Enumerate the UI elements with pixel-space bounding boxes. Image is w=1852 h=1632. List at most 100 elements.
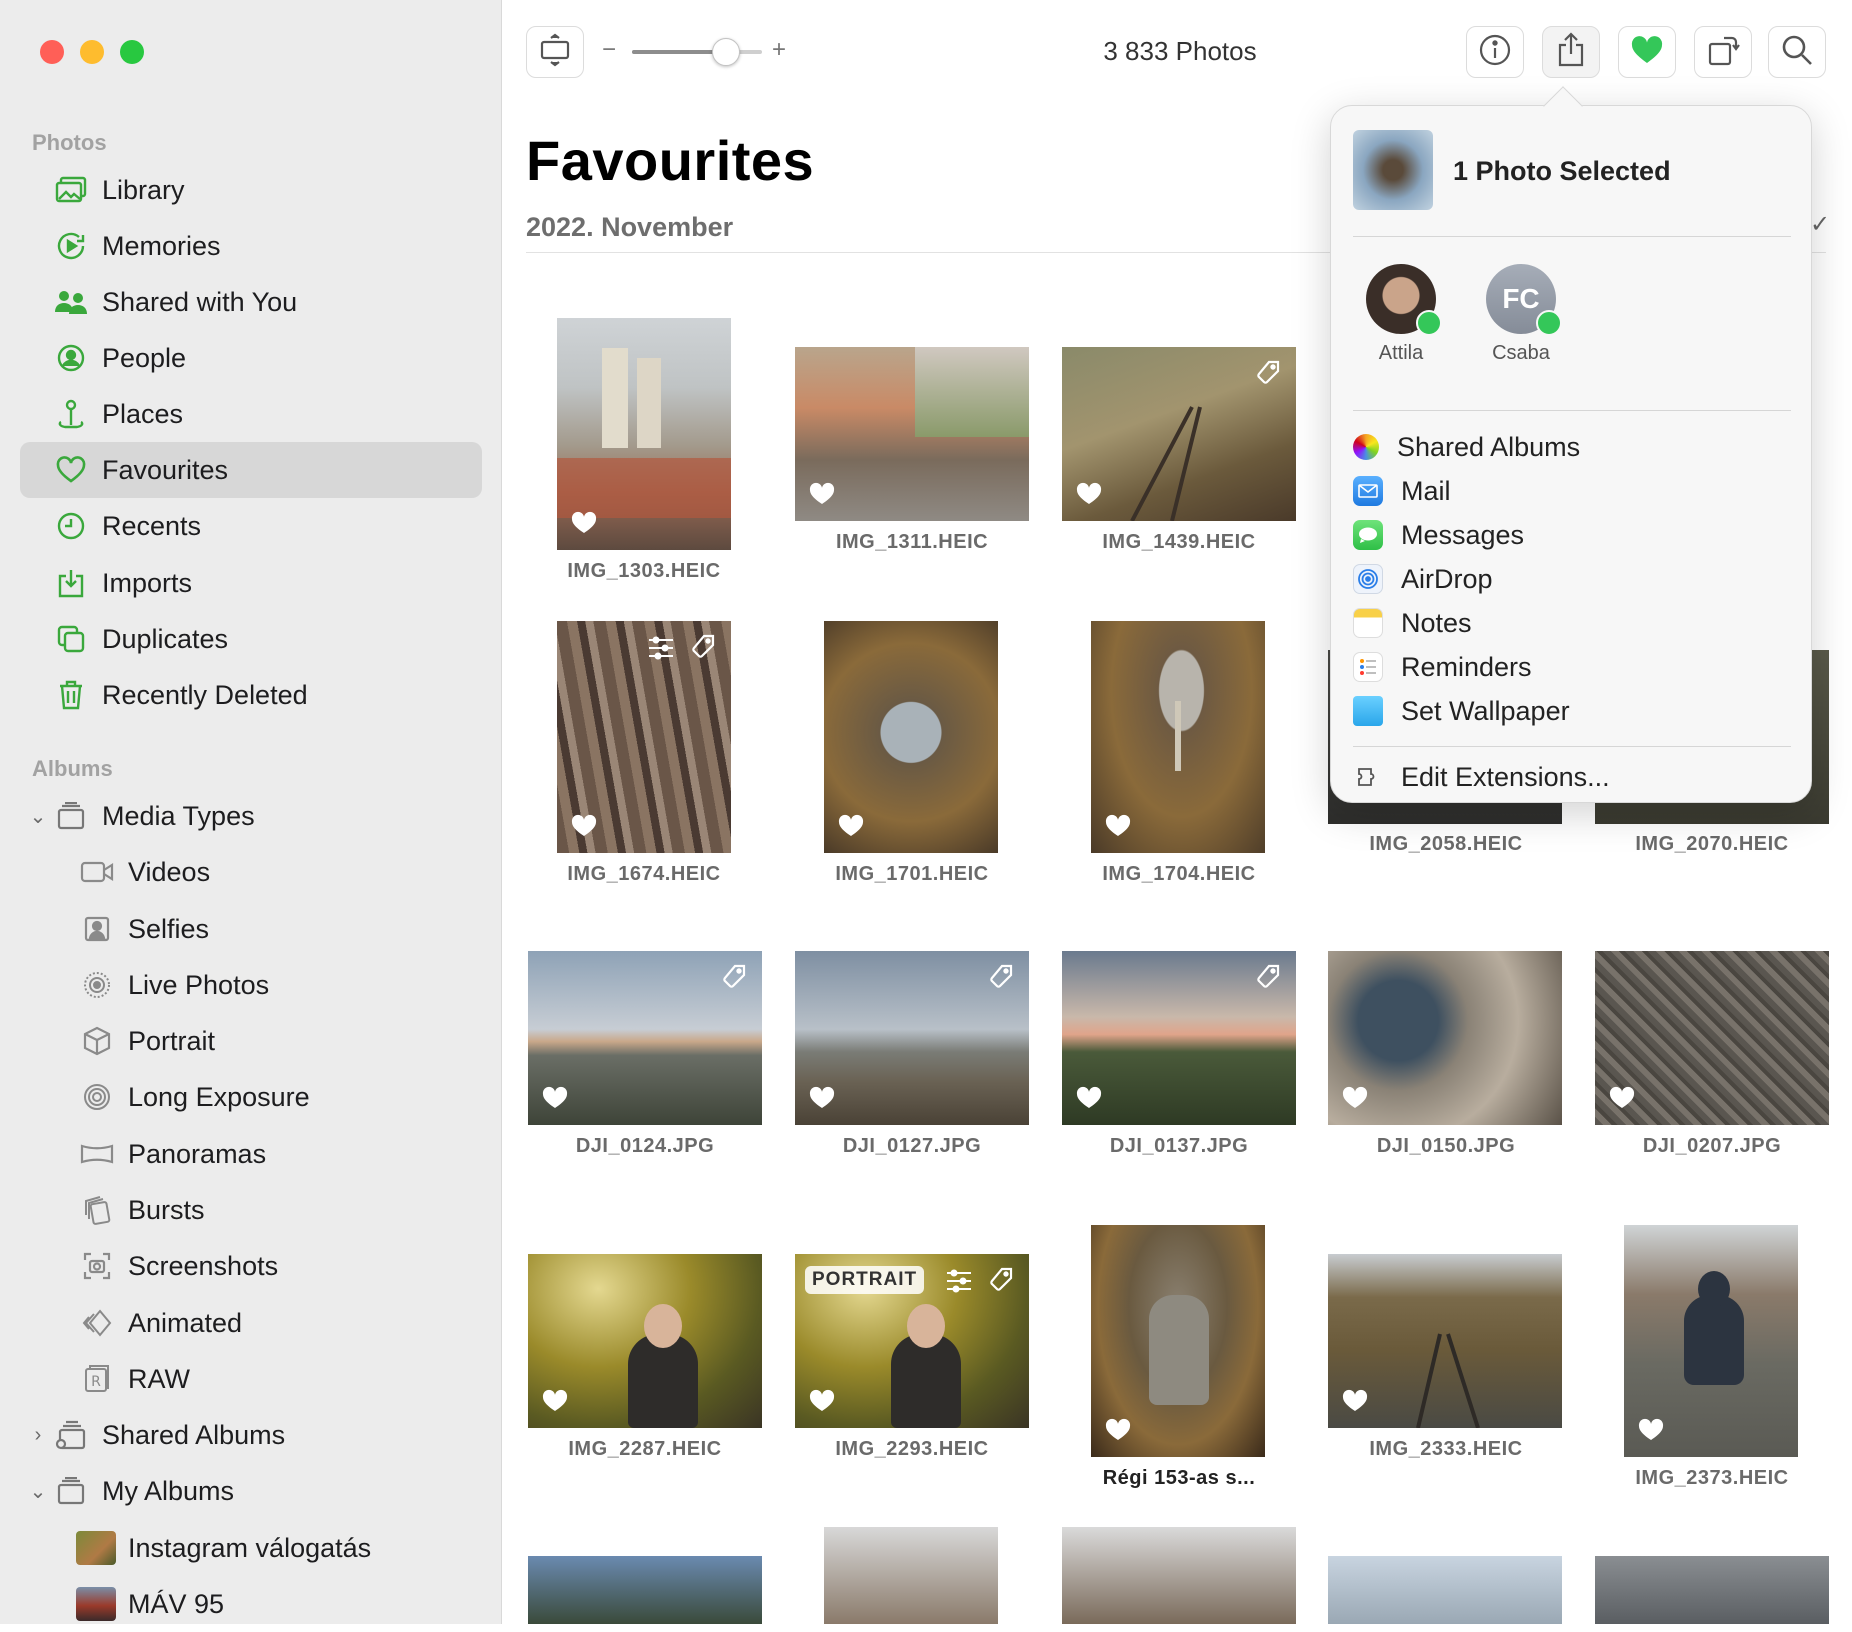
- sidebar-item-recents[interactable]: Recents: [20, 498, 482, 554]
- share-option-label: Reminders: [1401, 651, 1532, 682]
- share-contact-csaba[interactable]: FC Csaba: [1461, 264, 1581, 365]
- sidebar-item-shared-albums[interactable]: › Shared Albums: [20, 1407, 482, 1463]
- sidebar-item-portrait[interactable]: Portrait: [20, 1013, 482, 1069]
- keyword-tag-icon: [689, 633, 717, 666]
- favourite-heart-icon[interactable]: [1342, 1389, 1368, 1418]
- zoom-slider-knob[interactable]: [712, 38, 740, 66]
- zoom-slider[interactable]: [632, 38, 762, 66]
- chevron-down-icon[interactable]: ⌄: [26, 804, 50, 829]
- favourite-heart-icon[interactable]: [542, 1389, 568, 1418]
- sidebar-item-label: Portrait: [128, 1025, 216, 1056]
- favourite-heart-icon[interactable]: [1342, 1086, 1368, 1115]
- slideshow-view-button[interactable]: [526, 26, 584, 78]
- share-option-reminders[interactable]: Reminders: [1353, 646, 1793, 688]
- sidebar-item-favourites[interactable]: Favourites: [20, 442, 482, 498]
- photo-thumbnail[interactable]: [1624, 1225, 1798, 1457]
- share-option-mail[interactable]: Mail: [1353, 470, 1793, 512]
- photo-thumbnail[interactable]: [528, 951, 762, 1125]
- photo-thumbnail[interactable]: [824, 1527, 998, 1624]
- favourite-heart-icon[interactable]: [1105, 1418, 1131, 1447]
- share-option-notes[interactable]: Notes: [1353, 602, 1793, 644]
- sidebar-item-shared-with-you[interactable]: Shared with You: [20, 274, 482, 330]
- selected-photo-thumbnail: [1353, 130, 1433, 210]
- photo-thumbnail[interactable]: [557, 621, 731, 853]
- info-button[interactable]: [1466, 26, 1524, 78]
- share-option-airdrop[interactable]: AirDrop: [1353, 558, 1793, 600]
- photo-thumbnail[interactable]: [1595, 1556, 1829, 1624]
- favourite-heart-icon[interactable]: [571, 814, 597, 843]
- close-button[interactable]: [40, 40, 64, 64]
- sidebar-item-duplicates[interactable]: Duplicates: [20, 611, 482, 667]
- photo-thumbnail[interactable]: [795, 347, 1029, 521]
- zoom-in-label[interactable]: +: [772, 36, 786, 64]
- photo-thumbnail[interactable]: [1091, 1225, 1265, 1457]
- photo-filename: IMG_1311.HEIC: [835, 531, 989, 553]
- photo-filename: IMG_2070.HEIC: [1635, 833, 1789, 855]
- rotate-button[interactable]: [1694, 26, 1752, 78]
- sidebar-item-library[interactable]: Library: [20, 162, 482, 218]
- photo-thumbnail[interactable]: [795, 951, 1029, 1125]
- favourite-heart-icon[interactable]: [1076, 1086, 1102, 1115]
- favourite-heart-icon[interactable]: [1105, 814, 1131, 843]
- photo-thumbnail[interactable]: [1328, 1254, 1562, 1428]
- sidebar-item-selfies[interactable]: Selfies: [20, 901, 482, 957]
- sidebar-item-places[interactable]: Places: [20, 386, 482, 442]
- sidebar-item-media-types[interactable]: ⌄ Media Types: [20, 788, 482, 844]
- photo-thumbnail[interactable]: [1091, 621, 1265, 853]
- sidebar-item-screenshots[interactable]: Screenshots: [20, 1238, 482, 1294]
- favourite-heart-icon[interactable]: [1638, 1418, 1664, 1447]
- sidebar-item-animated[interactable]: Animated: [20, 1295, 482, 1351]
- select-checkmark-icon[interactable]: ✓: [1810, 210, 1830, 239]
- favourite-heart-icon[interactable]: [809, 1389, 835, 1418]
- sidebar-item-people[interactable]: People: [20, 330, 482, 386]
- sidebar-item-live-photos[interactable]: Live Photos: [20, 957, 482, 1013]
- sidebar-item-recently-deleted[interactable]: Recently Deleted: [20, 667, 482, 723]
- favourite-heart-icon[interactable]: [1609, 1086, 1635, 1115]
- favourite-heart-icon[interactable]: [1076, 482, 1102, 511]
- favourite-heart-icon[interactable]: [809, 1086, 835, 1115]
- share-option-shared-albums[interactable]: Shared Albums: [1353, 426, 1793, 468]
- sidebar-item-memories[interactable]: Memories: [20, 218, 482, 274]
- avatar: FC: [1486, 264, 1562, 336]
- share-option-messages[interactable]: Messages: [1353, 514, 1793, 556]
- photo-thumbnail[interactable]: PORTRAIT: [795, 1254, 1029, 1428]
- sidebar-item-album-instagram[interactable]: Instagram válogatás: [20, 1520, 482, 1576]
- photo-thumbnail[interactable]: [1595, 951, 1829, 1125]
- favourite-heart-icon[interactable]: [542, 1086, 568, 1115]
- minimize-button[interactable]: [80, 40, 104, 64]
- photo-thumbnail[interactable]: [824, 621, 998, 853]
- zoom-out-label[interactable]: −: [602, 36, 616, 64]
- photo-thumbnail[interactable]: [1062, 1527, 1296, 1624]
- photo-thumbnail[interactable]: [557, 318, 731, 550]
- favourite-heart-icon[interactable]: [571, 511, 597, 540]
- sidebar-item-label: Imports: [102, 567, 193, 598]
- photo-thumbnail[interactable]: [1062, 951, 1296, 1125]
- share-icon: [1556, 31, 1586, 73]
- sidebar-item-my-albums[interactable]: ⌄ My Albums: [20, 1463, 482, 1519]
- photo-filename: IMG_1674.HEIC: [567, 863, 721, 885]
- search-button[interactable]: [1768, 26, 1826, 78]
- share-button[interactable]: [1542, 26, 1600, 78]
- photo-thumbnail[interactable]: [528, 1254, 762, 1428]
- sidebar-section-photos: Photos: [32, 130, 107, 155]
- edit-extensions-button[interactable]: Edit Extensions...: [1353, 756, 1793, 798]
- chevron-right-icon[interactable]: ›: [26, 1424, 50, 1447]
- chevron-down-icon[interactable]: ⌄: [26, 1479, 50, 1504]
- share-contact-attila[interactable]: Attila: [1341, 264, 1461, 365]
- photo-thumbnail[interactable]: [1328, 951, 1562, 1125]
- zoom-button[interactable]: [120, 40, 144, 64]
- sidebar-item-bursts[interactable]: Bursts: [20, 1182, 482, 1238]
- photo-thumbnail[interactable]: [1328, 1556, 1562, 1624]
- sidebar-item-raw[interactable]: R RAW: [20, 1351, 482, 1407]
- photo-thumbnail[interactable]: [528, 1556, 762, 1624]
- favourite-heart-icon[interactable]: [809, 482, 835, 511]
- favourite-button[interactable]: [1618, 26, 1676, 78]
- share-option-set-wallpaper[interactable]: Set Wallpaper: [1353, 690, 1793, 732]
- favourite-heart-icon[interactable]: [838, 814, 864, 843]
- sidebar-item-videos[interactable]: Videos: [20, 844, 482, 900]
- photo-thumbnail[interactable]: [1062, 347, 1296, 521]
- sidebar-item-panoramas[interactable]: Panoramas: [20, 1126, 482, 1182]
- sidebar-item-imports[interactable]: Imports: [20, 555, 482, 611]
- sidebar-item-long-exposure[interactable]: Long Exposure: [20, 1069, 482, 1125]
- sidebar-item-label: Duplicates: [102, 623, 229, 654]
